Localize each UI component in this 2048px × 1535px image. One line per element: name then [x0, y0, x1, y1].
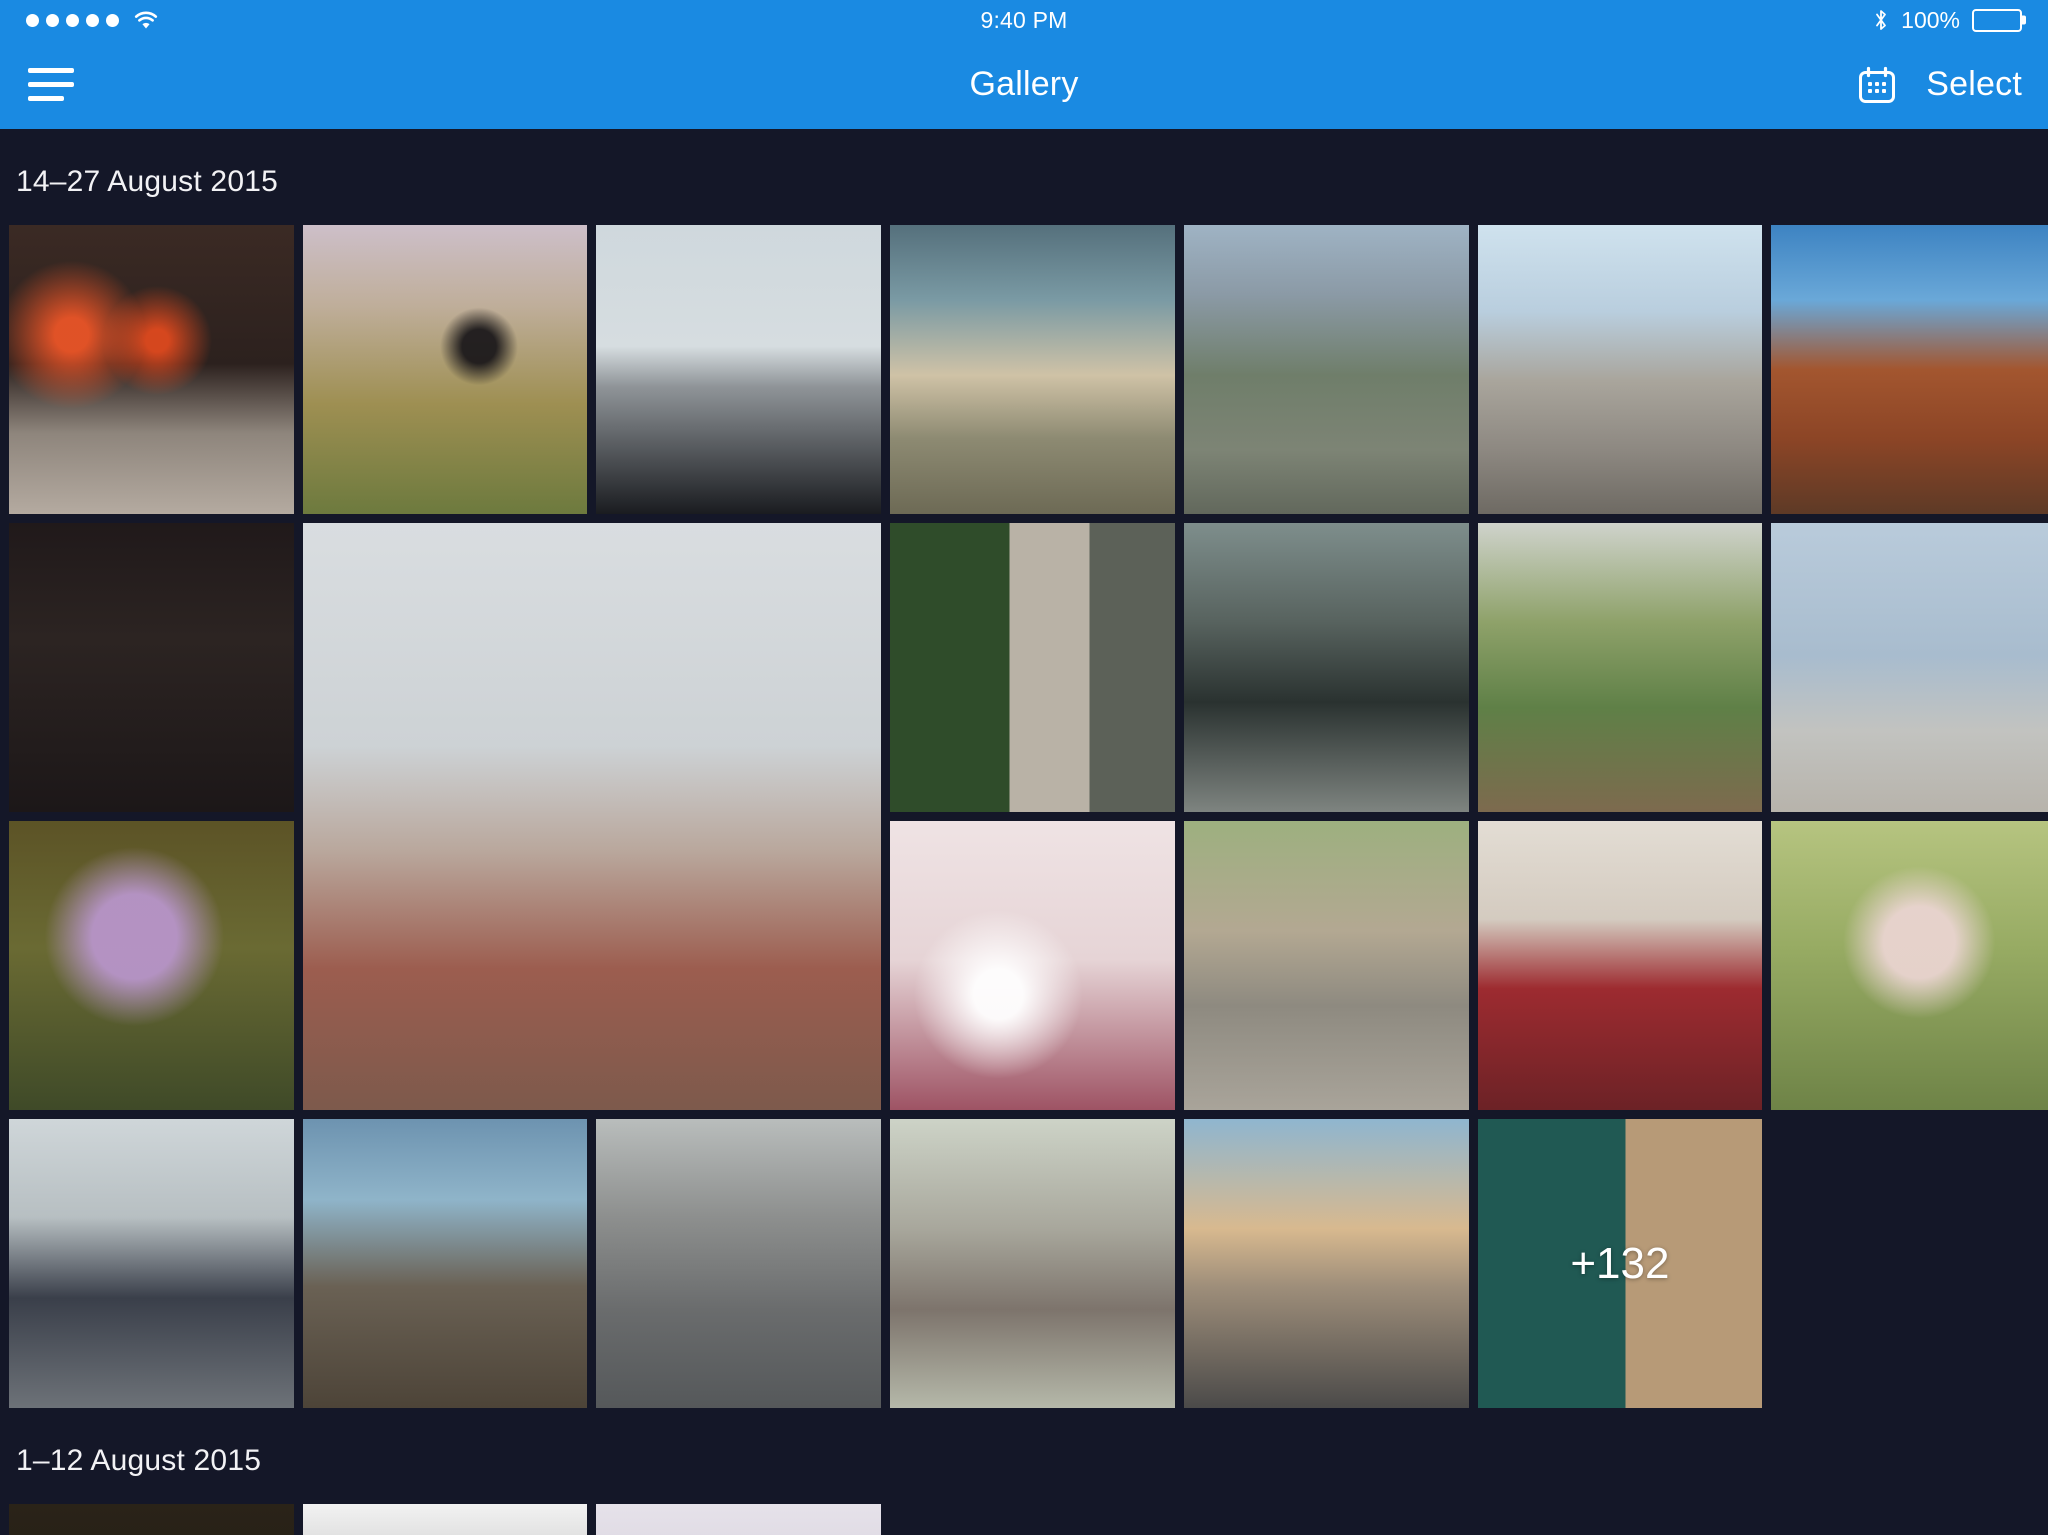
photo-branches-sunlight[interactable] — [890, 821, 1175, 1110]
photo-phone-camera-city[interactable] — [1771, 523, 2048, 812]
photo-image — [302, 225, 588, 514]
photo-nyc-skyline[interactable] — [1477, 225, 1763, 514]
photo-tea-terraces[interactable] — [1477, 523, 1763, 812]
photo-couple-walking[interactable] — [890, 523, 1175, 812]
photo-image — [9, 821, 294, 1110]
photo-image — [596, 1119, 882, 1408]
nav-title-container: Gallery — [0, 40, 2048, 129]
photo-image — [9, 523, 294, 812]
photo-image — [596, 225, 882, 514]
photo-image — [1183, 1119, 1469, 1408]
signal-strength-icon — [26, 13, 119, 27]
photo-mother-and-daughter[interactable] — [1183, 821, 1469, 1110]
photo-image — [302, 523, 882, 1110]
photo-woman-in-red[interactable] — [1477, 821, 1763, 1110]
photo-person-on-street[interactable] — [9, 1119, 294, 1408]
photo-girl-with-camera[interactable] — [1771, 821, 2048, 1110]
photo-dark-scene[interactable] — [9, 1504, 294, 1535]
hamburger-menu-icon[interactable] — [26, 62, 74, 107]
photo-image — [1183, 821, 1469, 1110]
status-bar-center: 9:40 PM — [0, 0, 2048, 40]
photo-image — [1771, 821, 2048, 1110]
photo-image — [302, 1504, 588, 1535]
photo-image — [890, 1119, 1175, 1408]
photo-image — [890, 523, 1175, 812]
photo-cafe-window-cathedral[interactable] — [596, 225, 882, 514]
battery-percent-label: 100% — [1901, 6, 1960, 33]
photo-image — [1183, 523, 1469, 812]
status-bar-right: 100% — [1873, 7, 2022, 34]
select-button[interactable]: Select — [1926, 65, 2022, 104]
photo-image — [9, 1504, 294, 1535]
page-title: Gallery — [969, 65, 1079, 103]
photo-image — [1771, 225, 2048, 514]
photo-aerial-city-park[interactable] — [1183, 225, 1469, 514]
nav-actions: Select — [1856, 64, 2022, 106]
photo-image — [890, 225, 1175, 514]
photo-woman-in-bed[interactable] — [890, 1119, 1175, 1408]
photo-image — [9, 225, 294, 514]
photo-detroit-cityscape[interactable] — [302, 523, 882, 1110]
photo-coastal-cliffs[interactable] — [302, 1119, 588, 1408]
photo-man-forest-hilltop[interactable] — [302, 225, 588, 514]
photo-grid — [0, 1504, 2048, 1535]
photo-vintage-postcards[interactable] — [9, 523, 294, 812]
section-date-header: 14–27 August 2015 — [16, 165, 278, 198]
photo-purple-flowers[interactable] — [9, 821, 294, 1110]
photo-foggy-city[interactable] — [596, 1504, 882, 1535]
photo-image — [1477, 821, 1763, 1110]
photo-image — [1477, 225, 1763, 514]
photo-image — [1183, 225, 1469, 514]
photo-image — [1771, 523, 2048, 812]
photo-rocky-beach[interactable] — [890, 225, 1175, 514]
photo-chicago-sunset[interactable] — [1183, 1119, 1469, 1408]
photo-grid: +132 — [0, 225, 2048, 1408]
photo-image — [596, 1504, 882, 1535]
photo-green-storefront[interactable] — [1183, 523, 1469, 812]
status-time: 9:40 PM — [980, 6, 1068, 33]
gallery-content[interactable]: 14–27 August 2015 +132 1–12 August 2015 — [0, 129, 2048, 1535]
more-photos-count-overlay[interactable]: +132 — [1478, 1119, 1763, 1408]
photo-cafe-storefront[interactable] — [9, 225, 294, 514]
photo-bw-tree[interactable] — [302, 1504, 588, 1535]
status-bar-left — [26, 10, 159, 30]
photo-image — [302, 1119, 588, 1408]
section-date-header: 1–12 August 2015 — [16, 1444, 262, 1477]
calendar-grid-icon[interactable] — [1856, 64, 1898, 106]
photo-image — [890, 821, 1175, 1110]
photo-image — [1477, 523, 1763, 812]
photo-aerial-beach-more[interactable]: +132 — [1477, 1119, 1763, 1408]
battery-icon — [1972, 8, 2022, 32]
photo-orange-cafe-chairs[interactable] — [596, 1119, 882, 1408]
wifi-icon — [133, 10, 159, 30]
photo-manhattan-bridge[interactable] — [1771, 225, 2048, 514]
bluetooth-icon — [1873, 8, 1889, 32]
gallery-sections: 14–27 August 2015 +132 1–12 August 2015 — [0, 129, 2048, 1535]
status-bar: 9:40 PM 100% — [0, 0, 2048, 40]
navigation-bar: Gallery Select — [0, 40, 2048, 129]
photo-image — [9, 1119, 294, 1408]
